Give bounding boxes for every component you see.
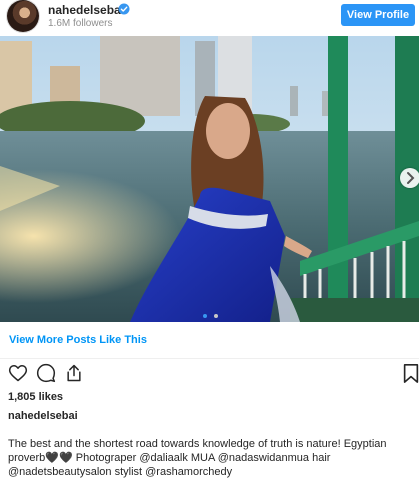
view-more-posts-bar: View More Posts Like This [0,322,419,359]
follower-count: 1.6M followers [48,18,113,29]
caption-line: proverb🖤🖤 Photograper @daliaalk MUA @nad… [8,452,331,464]
view-profile-button[interactable]: View Profile [341,4,415,26]
username[interactable]: nahedelsebai [48,3,124,17]
carousel-dot [214,314,219,318]
comment-icon[interactable] [36,363,56,383]
carousel-indicator [203,305,221,323]
caption-line: The best and the shortest road towards k… [8,438,387,450]
chevron-right-icon [407,172,415,184]
bookmark-icon[interactable] [402,363,419,383]
verified-badge-icon [118,3,130,15]
action-bar [0,363,419,387]
post-owner-username[interactable]: nahedelsebai [8,410,78,422]
caption-line: @nadetsbeautysalon stylist @rashamorched… [8,466,233,478]
carousel-dot [203,314,207,318]
post-image[interactable] [0,36,419,322]
avatar[interactable] [7,0,39,32]
post-header: nahedelsebai 1.6M followers View Profile [0,0,419,36]
heart-icon[interactable] [8,363,28,383]
post-caption: The best and the shortest road towards k… [8,437,408,479]
view-more-posts-link[interactable]: View More Posts Like This [9,334,147,346]
share-icon[interactable] [64,363,84,383]
post-photo-illustration [0,36,419,322]
like-count[interactable]: 1,805 likes [8,391,63,403]
next-image-button[interactable] [400,168,419,188]
